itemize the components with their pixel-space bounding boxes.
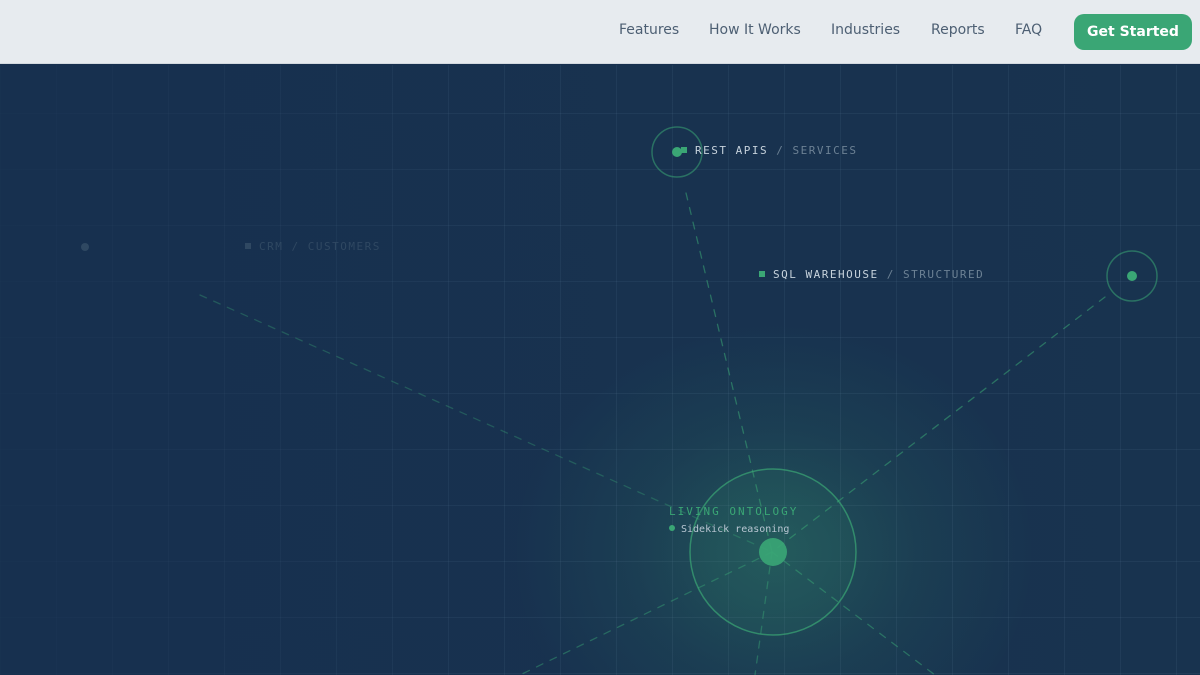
connection-lines [81, 126, 1158, 675]
center-node-marker [689, 468, 857, 636]
node-sql-label: SQL WAREHOUSE / STRUCTURED [759, 268, 984, 281]
node-rest-label: REST APIS / SERVICES [681, 144, 857, 157]
center-node-title: LIVING ONTOLOGY [669, 505, 799, 518]
center-node-subtitle: Sidekick reasoning [669, 524, 789, 535]
top-nav: Features How It Works Industries Reports… [0, 0, 1200, 64]
hero-graph: REST APIS / SERVICES SQL WAREHOUSE / STR… [0, 65, 1200, 675]
nav-link-industries[interactable]: Industries [831, 22, 900, 38]
node-crm-marker [81, 243, 89, 251]
nav-link-how-it-works[interactable]: How It Works [709, 22, 801, 38]
node-crm-label: CRM / CUSTOMERS [245, 240, 381, 253]
nav-link-features[interactable]: Features [619, 22, 679, 38]
get-started-button[interactable]: Get Started [1074, 14, 1192, 50]
node-right-marker [1106, 250, 1158, 302]
nav-link-faq[interactable]: FAQ [1015, 22, 1042, 38]
node-square-icon [681, 147, 687, 153]
status-dot-icon [669, 525, 675, 531]
node-square-icon [759, 271, 765, 277]
nav-link-reports[interactable]: Reports [931, 22, 985, 38]
node-square-icon [245, 243, 251, 249]
